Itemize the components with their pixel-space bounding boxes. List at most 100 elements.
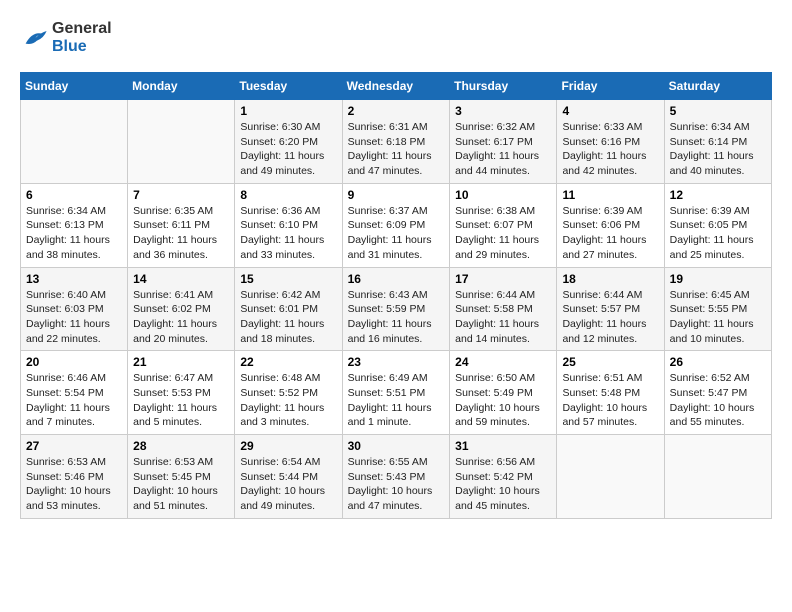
day-info: Sunrise: 6:53 AM Sunset: 5:46 PM Dayligh… xyxy=(26,455,122,514)
day-number: 15 xyxy=(240,272,336,286)
calendar-cell: 14 Sunrise: 6:41 AM Sunset: 6:02 PM Dayli… xyxy=(128,267,235,351)
calendar-cell xyxy=(21,100,128,184)
day-info: Sunrise: 6:39 AM Sunset: 6:05 PM Dayligh… xyxy=(670,204,766,263)
calendar-table: SundayMondayTuesdayWednesdayThursdayFrid… xyxy=(20,72,772,519)
calendar-cell: 25 Sunrise: 6:51 AM Sunset: 5:48 PM Dayli… xyxy=(557,351,664,435)
day-number: 28 xyxy=(133,439,229,453)
day-number: 13 xyxy=(26,272,122,286)
calendar-cell: 3Sunrise: 6:32 AM Sunset: 6:17 PM Daylig… xyxy=(450,100,557,184)
day-number: 20 xyxy=(26,355,122,369)
day-info: Sunrise: 6:42 AM Sunset: 6:01 PM Dayligh… xyxy=(240,288,336,347)
day-number: 3 xyxy=(455,104,551,118)
day-number: 7 xyxy=(133,188,229,202)
day-info: Sunrise: 6:34 AM Sunset: 6:13 PM Dayligh… xyxy=(26,204,122,263)
calendar-cell: 5 Sunrise: 6:34 AM Sunset: 6:14 PM Daylig… xyxy=(664,100,771,184)
day-info: Sunrise: 6:40 AM Sunset: 6:03 PM Dayligh… xyxy=(26,288,122,347)
day-info: Sunrise: 6:48 AM Sunset: 5:52 PM Dayligh… xyxy=(240,371,336,430)
day-info: Sunrise: 6:37 AM Sunset: 6:09 PM Dayligh… xyxy=(348,204,445,263)
day-number: 30 xyxy=(348,439,445,453)
weekday-header: Saturday xyxy=(664,73,771,100)
calendar-cell: 8 Sunrise: 6:36 AM Sunset: 6:10 PM Daylig… xyxy=(235,183,342,267)
calendar-cell: 31 Sunrise: 6:56 AM Sunset: 5:42 PM Dayli… xyxy=(450,435,557,519)
weekday-header: Thursday xyxy=(450,73,557,100)
day-info: Sunrise: 6:36 AM Sunset: 6:10 PM Dayligh… xyxy=(240,204,336,263)
weekday-header: Wednesday xyxy=(342,73,450,100)
calendar-cell xyxy=(128,100,235,184)
calendar-cell: 24Sunrise: 6:50 AM Sunset: 5:49 PM Dayli… xyxy=(450,351,557,435)
calendar-cell: 20 Sunrise: 6:46 AM Sunset: 5:54 PM Dayli… xyxy=(21,351,128,435)
day-info: Sunrise: 6:55 AM Sunset: 5:43 PM Dayligh… xyxy=(348,455,445,514)
day-info: Sunrise: 6:46 AM Sunset: 5:54 PM Dayligh… xyxy=(26,371,122,430)
day-info: Sunrise: 6:52 AM Sunset: 5:47 PM Dayligh… xyxy=(670,371,766,430)
day-number: 5 xyxy=(670,104,766,118)
calendar-cell: 4 Sunrise: 6:33 AM Sunset: 6:16 PM Daylig… xyxy=(557,100,664,184)
day-number: 1 xyxy=(240,104,336,118)
weekday-header: Sunday xyxy=(21,73,128,100)
calendar-cell: 17 Sunrise: 6:44 AM Sunset: 5:58 PM Dayli… xyxy=(450,267,557,351)
day-info: Sunrise: 6:33 AM Sunset: 6:16 PM Dayligh… xyxy=(562,120,658,179)
calendar-cell: 26 Sunrise: 6:52 AM Sunset: 5:47 PM Dayli… xyxy=(664,351,771,435)
day-info: Sunrise: 6:56 AM Sunset: 5:42 PM Dayligh… xyxy=(455,455,551,514)
calendar-cell: 15 Sunrise: 6:42 AM Sunset: 6:01 PM Dayli… xyxy=(235,267,342,351)
weekday-header: Friday xyxy=(557,73,664,100)
day-number: 9 xyxy=(348,188,445,202)
calendar-cell: 1 Sunrise: 6:30 AM Sunset: 6:20 PM Daylig… xyxy=(235,100,342,184)
weekday-header-row: SundayMondayTuesdayWednesdayThursdayFrid… xyxy=(21,73,772,100)
day-number: 4 xyxy=(562,104,658,118)
day-info: Sunrise: 6:34 AM Sunset: 6:14 PM Dayligh… xyxy=(670,120,766,179)
day-number: 27 xyxy=(26,439,122,453)
day-number: 16 xyxy=(348,272,445,286)
calendar-week-row: 6 Sunrise: 6:34 AM Sunset: 6:13 PM Daylig… xyxy=(21,183,772,267)
day-info: Sunrise: 6:31 AM Sunset: 6:18 PM Dayligh… xyxy=(348,120,445,179)
calendar-cell: 27 Sunrise: 6:53 AM Sunset: 5:46 PM Dayli… xyxy=(21,435,128,519)
calendar-week-row: 13 Sunrise: 6:40 AM Sunset: 6:03 PM Dayli… xyxy=(21,267,772,351)
day-info: Sunrise: 6:47 AM Sunset: 5:53 PM Dayligh… xyxy=(133,371,229,430)
calendar-cell: 16 Sunrise: 6:43 AM Sunset: 5:59 PM Dayli… xyxy=(342,267,450,351)
day-number: 22 xyxy=(240,355,336,369)
day-number: 31 xyxy=(455,439,551,453)
calendar-cell xyxy=(664,435,771,519)
calendar-cell: 6 Sunrise: 6:34 AM Sunset: 6:13 PM Daylig… xyxy=(21,183,128,267)
calendar-cell: 22 Sunrise: 6:48 AM Sunset: 5:52 PM Dayli… xyxy=(235,351,342,435)
day-number: 26 xyxy=(670,355,766,369)
day-number: 12 xyxy=(670,188,766,202)
weekday-header: Monday xyxy=(128,73,235,100)
day-number: 25 xyxy=(562,355,658,369)
calendar-week-row: 1 Sunrise: 6:30 AM Sunset: 6:20 PM Daylig… xyxy=(21,100,772,184)
day-number: 11 xyxy=(562,188,658,202)
day-info: Sunrise: 6:51 AM Sunset: 5:48 PM Dayligh… xyxy=(562,371,658,430)
calendar-cell: 19Sunrise: 6:45 AM Sunset: 5:55 PM Dayli… xyxy=(664,267,771,351)
day-info: Sunrise: 6:49 AM Sunset: 5:51 PM Dayligh… xyxy=(348,371,445,430)
day-info: Sunrise: 6:53 AM Sunset: 5:45 PM Dayligh… xyxy=(133,455,229,514)
day-info: Sunrise: 6:39 AM Sunset: 6:06 PM Dayligh… xyxy=(562,204,658,263)
logo-bird-icon xyxy=(20,24,48,52)
day-number: 8 xyxy=(240,188,336,202)
calendar-cell: 13 Sunrise: 6:40 AM Sunset: 6:03 PM Dayli… xyxy=(21,267,128,351)
calendar-cell: 10 Sunrise: 6:38 AM Sunset: 6:07 PM Dayli… xyxy=(450,183,557,267)
day-number: 17 xyxy=(455,272,551,286)
day-number: 2 xyxy=(348,104,445,118)
calendar-cell: 21Sunrise: 6:47 AM Sunset: 5:53 PM Dayli… xyxy=(128,351,235,435)
day-info: Sunrise: 6:43 AM Sunset: 5:59 PM Dayligh… xyxy=(348,288,445,347)
calendar-cell: 9 Sunrise: 6:37 AM Sunset: 6:09 PM Daylig… xyxy=(342,183,450,267)
calendar-cell: 7 Sunrise: 6:35 AM Sunset: 6:11 PM Daylig… xyxy=(128,183,235,267)
day-info: Sunrise: 6:30 AM Sunset: 6:20 PM Dayligh… xyxy=(240,120,336,179)
day-number: 10 xyxy=(455,188,551,202)
day-info: Sunrise: 6:44 AM Sunset: 5:58 PM Dayligh… xyxy=(455,288,551,347)
day-info: Sunrise: 6:54 AM Sunset: 5:44 PM Dayligh… xyxy=(240,455,336,514)
day-info: Sunrise: 6:38 AM Sunset: 6:07 PM Dayligh… xyxy=(455,204,551,263)
page-header: General Blue xyxy=(20,20,772,56)
day-number: 18 xyxy=(562,272,658,286)
calendar-cell: 23 Sunrise: 6:49 AM Sunset: 5:51 PM Dayli… xyxy=(342,351,450,435)
day-number: 23 xyxy=(348,355,445,369)
weekday-header: Tuesday xyxy=(235,73,342,100)
day-info: Sunrise: 6:35 AM Sunset: 6:11 PM Dayligh… xyxy=(133,204,229,263)
day-number: 14 xyxy=(133,272,229,286)
day-info: Sunrise: 6:41 AM Sunset: 6:02 PM Dayligh… xyxy=(133,288,229,347)
day-info: Sunrise: 6:45 AM Sunset: 5:55 PM Dayligh… xyxy=(670,288,766,347)
calendar-week-row: 20 Sunrise: 6:46 AM Sunset: 5:54 PM Dayli… xyxy=(21,351,772,435)
calendar-week-row: 27 Sunrise: 6:53 AM Sunset: 5:46 PM Dayli… xyxy=(21,435,772,519)
calendar-cell: 11 Sunrise: 6:39 AM Sunset: 6:06 PM Dayli… xyxy=(557,183,664,267)
calendar-cell: 28 Sunrise: 6:53 AM Sunset: 5:45 PM Dayli… xyxy=(128,435,235,519)
day-number: 6 xyxy=(26,188,122,202)
